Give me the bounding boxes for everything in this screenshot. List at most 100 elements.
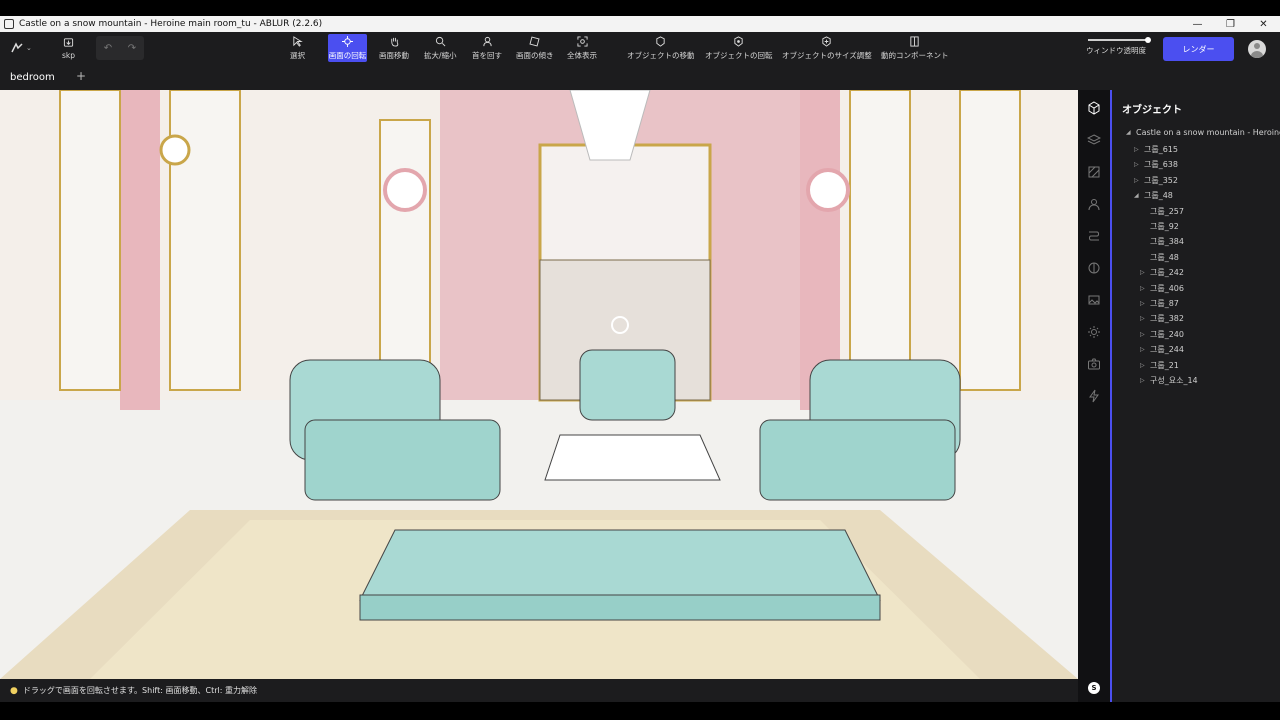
- tree-item[interactable]: ▷ 그룹_406: [1140, 283, 1184, 294]
- caret-icon[interactable]: ▷: [1140, 362, 1146, 369]
- status-bar: ● ドラッグで画面を回転させます。Shift: 画面移動、Ctrl: 重力解除: [0, 679, 1078, 702]
- tree-item[interactable]: ▷ 구성_요소_14: [1140, 375, 1198, 386]
- tree-item[interactable]: ▷ 그룹_87: [1140, 298, 1179, 309]
- caret-down-icon[interactable]: ◢: [1126, 129, 1132, 136]
- caret-icon[interactable]: ▷: [1140, 285, 1146, 292]
- caret-icon[interactable]: ▷: [1140, 331, 1146, 338]
- tool-scale-object[interactable]: オブジェクトのサイズ調整: [782, 34, 872, 62]
- redo-button[interactable]: ↷: [128, 43, 136, 54]
- tool-rotate-object[interactable]: オブジェクトの回転: [705, 34, 773, 62]
- caret-icon[interactable]: ▷: [1140, 269, 1146, 276]
- tool-zoom[interactable]: 拡大/縮小: [424, 34, 457, 62]
- minimize-button[interactable]: —: [1181, 16, 1214, 32]
- tree-item-label: 구성_요소_14: [1150, 376, 1198, 385]
- caret-icon[interactable]: ▷: [1140, 300, 1146, 307]
- caret-icon[interactable]: ▷: [1134, 161, 1140, 168]
- tool-scale-object-label: オブジェクトのサイズ調整: [782, 50, 872, 60]
- tree-item-label: 그룹_406: [1150, 283, 1184, 293]
- tool-fit-view-label: 全体表示: [567, 50, 597, 60]
- tree-item-label: 그룹_48: [1150, 252, 1179, 262]
- window-transparency-control[interactable]: ウィンドウ透明度: [1086, 36, 1152, 56]
- hand-icon: [390, 37, 398, 47]
- tool-rotate-object-label: オブジェクトの回転: [705, 50, 773, 60]
- tree-item[interactable]: ▷ 그룹_244: [1140, 344, 1184, 355]
- tree-item[interactable]: ◢ 그룹_48: [1134, 190, 1173, 201]
- tool-move-object-label: オブジェクトの移動: [627, 50, 695, 60]
- screen-top-edge: [0, 0, 1280, 16]
- caret-icon[interactable]: ◢: [1134, 192, 1140, 199]
- tool-zoom-label: 拡大/縮小: [424, 50, 457, 60]
- window-titlebar: Castle on a snow mountain - Heroine main…: [0, 16, 1280, 32]
- undo-button[interactable]: ↶: [104, 43, 112, 54]
- lightning-icon[interactable]: [1087, 388, 1101, 403]
- tree-item-label: 그룹_244: [1150, 345, 1184, 355]
- tree-root[interactable]: ◢ Castle on a snow mountain - Heroine m: [1126, 128, 1280, 137]
- chat-support-icon[interactable]: S: [1088, 682, 1100, 694]
- caret-icon[interactable]: ▷: [1134, 146, 1140, 153]
- user-avatar[interactable]: [1248, 40, 1266, 58]
- tab-bedroom[interactable]: bedroom: [0, 64, 65, 90]
- tool-orbit[interactable]: 画面の回転: [328, 34, 367, 62]
- cube-icon[interactable]: [1087, 100, 1101, 115]
- file-button[interactable]: skp: [62, 34, 75, 62]
- tree-item[interactable]: 그룹_257: [1140, 206, 1184, 217]
- add-tab-button[interactable]: +: [76, 69, 86, 83]
- environment-icon[interactable]: [1087, 260, 1101, 274]
- tree-item[interactable]: 그룹_48: [1140, 252, 1179, 263]
- panel-icon-rail: [1078, 90, 1110, 702]
- person-icon[interactable]: [1087, 196, 1101, 211]
- image-icon[interactable]: [1087, 292, 1101, 306]
- transparency-slider[interactable]: [1088, 37, 1151, 43]
- cursor-icon: [293, 35, 303, 47]
- move-object-icon: [656, 35, 665, 47]
- scene-tabbar: bedroom +: [0, 64, 1280, 90]
- tool-look-around[interactable]: 首を回す: [472, 34, 502, 62]
- tree-item-label: 그룹_87: [1150, 299, 1179, 308]
- tree-item[interactable]: ▷ 그룹_615: [1134, 144, 1178, 155]
- app-menu-button[interactable]: ⌄: [10, 42, 32, 54]
- 3d-viewport[interactable]: [0, 90, 1078, 679]
- camera-icon[interactable]: [1087, 356, 1101, 370]
- tree-item[interactable]: ▷ 그룹_352: [1134, 175, 1178, 186]
- tool-look-around-label: 首を回す: [472, 50, 502, 60]
- tilt-icon: [529, 35, 540, 47]
- close-button[interactable]: ✕: [1247, 16, 1280, 32]
- tool-move-object[interactable]: オブジェクトの移動: [627, 34, 695, 62]
- path-icon[interactable]: [1087, 228, 1101, 242]
- tree-item-label: 그룹_48: [1144, 191, 1173, 201]
- tool-dynamic-component[interactable]: 動的コンポーネント: [881, 34, 949, 62]
- tool-fit-view[interactable]: 全体表示: [567, 34, 597, 62]
- slider-knob[interactable]: [1145, 37, 1151, 43]
- tree-item[interactable]: 그룹_92: [1140, 221, 1179, 232]
- tree-item-label: 그룹_242: [1150, 268, 1184, 278]
- sun-icon[interactable]: [1087, 324, 1101, 338]
- tree-item-label: 그룹_638: [1144, 160, 1178, 170]
- tool-tilt-label: 画面の傾き: [516, 50, 554, 60]
- tree-item[interactable]: ▷ 그룹_382: [1140, 313, 1184, 324]
- transparency-label: ウィンドウ透明度: [1086, 46, 1146, 55]
- tree-item[interactable]: 그룹_384: [1140, 236, 1184, 247]
- tree-item[interactable]: ▷ 그룹_242: [1140, 267, 1184, 278]
- tool-select[interactable]: 選択: [290, 34, 305, 62]
- tool-pan[interactable]: 画面移動: [379, 34, 409, 62]
- maximize-button[interactable]: ❐: [1214, 16, 1247, 32]
- panel-title: オブジェクト: [1122, 105, 1182, 116]
- material-icon[interactable]: [1087, 164, 1101, 178]
- tree-item-label: 그룹_615: [1144, 145, 1178, 154]
- caret-icon[interactable]: ▷: [1140, 315, 1146, 322]
- tree-item[interactable]: ▷ 그룹_638: [1134, 159, 1178, 170]
- app-logo-icon: [4, 19, 14, 29]
- caret-icon[interactable]: ▷: [1140, 346, 1146, 353]
- rotate-object-icon: [734, 35, 743, 47]
- tree-item[interactable]: ▷ 그룹_240: [1140, 329, 1184, 340]
- file-label: skp: [62, 50, 76, 60]
- caret-icon[interactable]: ▷: [1140, 377, 1146, 384]
- tree-item-label: 그룹_21: [1150, 360, 1179, 370]
- tool-tilt[interactable]: 画面の傾き: [516, 34, 554, 62]
- tree-item-label: 그룹_382: [1150, 314, 1184, 324]
- import-icon: [63, 37, 74, 47]
- tree-item[interactable]: ▷ 그룹_21: [1140, 360, 1179, 371]
- caret-icon[interactable]: ▷: [1134, 177, 1140, 184]
- render-button[interactable]: レンダー: [1163, 37, 1234, 61]
- layers-icon[interactable]: [1086, 132, 1102, 146]
